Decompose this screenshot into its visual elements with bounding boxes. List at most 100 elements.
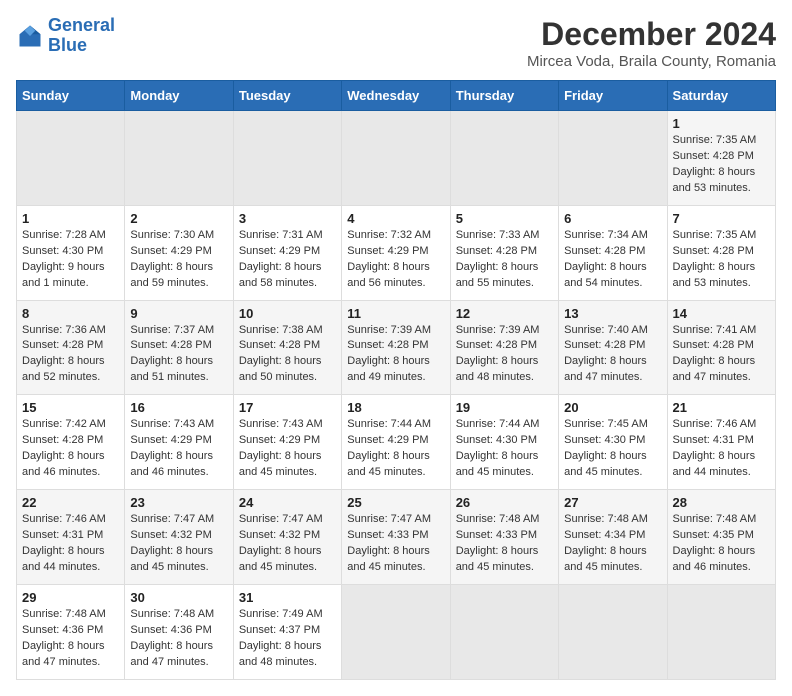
- calendar-cell: 24 Sunrise: 7:47 AM Sunset: 4:32 PM Dayl…: [233, 490, 341, 585]
- calendar-cell: 25 Sunrise: 7:47 AM Sunset: 4:33 PM Dayl…: [342, 490, 450, 585]
- day-number: 6: [564, 211, 661, 226]
- day-number: 2: [130, 211, 227, 226]
- logo-icon: [16, 22, 44, 50]
- calendar-cell: 5 Sunrise: 7:33 AM Sunset: 4:28 PM Dayli…: [450, 205, 558, 300]
- weekday-header-monday: Monday: [125, 81, 233, 111]
- day-info: Sunrise: 7:35 AM Sunset: 4:28 PM Dayligh…: [673, 133, 770, 197]
- calendar-cell: 21 Sunrise: 7:46 AM Sunset: 4:31 PM Dayl…: [667, 395, 775, 490]
- calendar-cell: 11 Sunrise: 7:39 AM Sunset: 4:28 PM Dayl…: [342, 300, 450, 395]
- subtitle: Mircea Voda, Braila County, Romania: [527, 53, 776, 70]
- day-number: 8: [22, 306, 119, 321]
- weekday-header-tuesday: Tuesday: [233, 81, 341, 111]
- day-number: 28: [673, 495, 770, 510]
- day-number: 13: [564, 306, 661, 321]
- week-row-4: 22 Sunrise: 7:46 AM Sunset: 4:31 PM Dayl…: [17, 490, 776, 585]
- day-number: 14: [673, 306, 770, 321]
- day-info: Sunrise: 7:48 AM Sunset: 4:34 PM Dayligh…: [564, 512, 661, 576]
- calendar-cell: [17, 111, 125, 206]
- calendar-cell: 10 Sunrise: 7:38 AM Sunset: 4:28 PM Dayl…: [233, 300, 341, 395]
- day-number: 11: [347, 306, 444, 321]
- day-info: Sunrise: 7:47 AM Sunset: 4:32 PM Dayligh…: [130, 512, 227, 576]
- day-number: 12: [456, 306, 553, 321]
- day-info: Sunrise: 7:47 AM Sunset: 4:32 PM Dayligh…: [239, 512, 336, 576]
- day-info: Sunrise: 7:43 AM Sunset: 4:29 PM Dayligh…: [130, 417, 227, 481]
- day-number: 10: [239, 306, 336, 321]
- calendar-cell: 6 Sunrise: 7:34 AM Sunset: 4:28 PM Dayli…: [559, 205, 667, 300]
- day-info: Sunrise: 7:30 AM Sunset: 4:29 PM Dayligh…: [130, 228, 227, 292]
- calendar-cell: 23 Sunrise: 7:47 AM Sunset: 4:32 PM Dayl…: [125, 490, 233, 585]
- logo-text: General Blue: [48, 16, 115, 56]
- day-info: Sunrise: 7:41 AM Sunset: 4:28 PM Dayligh…: [673, 323, 770, 387]
- day-number: 18: [347, 400, 444, 415]
- weekday-header-saturday: Saturday: [667, 81, 775, 111]
- calendar-cell: 17 Sunrise: 7:43 AM Sunset: 4:29 PM Dayl…: [233, 395, 341, 490]
- day-number: 7: [673, 211, 770, 226]
- calendar-cell: 26 Sunrise: 7:48 AM Sunset: 4:33 PM Dayl…: [450, 490, 558, 585]
- calendar-cell: 14 Sunrise: 7:41 AM Sunset: 4:28 PM Dayl…: [667, 300, 775, 395]
- page-header: General Blue December 2024 Mircea Voda, …: [16, 16, 776, 70]
- day-number: 1: [22, 211, 119, 226]
- day-info: Sunrise: 7:35 AM Sunset: 4:28 PM Dayligh…: [673, 228, 770, 292]
- calendar-cell: 27 Sunrise: 7:48 AM Sunset: 4:34 PM Dayl…: [559, 490, 667, 585]
- calendar-cell: 9 Sunrise: 7:37 AM Sunset: 4:28 PM Dayli…: [125, 300, 233, 395]
- calendar-cell: 1 Sunrise: 7:28 AM Sunset: 4:30 PM Dayli…: [17, 205, 125, 300]
- day-number: 9: [130, 306, 227, 321]
- day-number: 20: [564, 400, 661, 415]
- day-info: Sunrise: 7:34 AM Sunset: 4:28 PM Dayligh…: [564, 228, 661, 292]
- day-number: 17: [239, 400, 336, 415]
- day-info: Sunrise: 7:49 AM Sunset: 4:37 PM Dayligh…: [239, 607, 336, 671]
- weekday-header-friday: Friday: [559, 81, 667, 111]
- calendar-cell: [450, 584, 558, 679]
- calendar-cell: 1 Sunrise: 7:35 AM Sunset: 4:28 PM Dayli…: [667, 111, 775, 206]
- calendar-cell: 19 Sunrise: 7:44 AM Sunset: 4:30 PM Dayl…: [450, 395, 558, 490]
- calendar-cell: 15 Sunrise: 7:42 AM Sunset: 4:28 PM Dayl…: [17, 395, 125, 490]
- day-number: 26: [456, 495, 553, 510]
- calendar-cell: 20 Sunrise: 7:45 AM Sunset: 4:30 PM Dayl…: [559, 395, 667, 490]
- day-info: Sunrise: 7:44 AM Sunset: 4:29 PM Dayligh…: [347, 417, 444, 481]
- calendar-table: SundayMondayTuesdayWednesdayThursdayFrid…: [16, 80, 776, 680]
- calendar-cell: [559, 111, 667, 206]
- day-info: Sunrise: 7:28 AM Sunset: 4:30 PM Dayligh…: [22, 228, 119, 292]
- logo: General Blue: [16, 16, 115, 56]
- weekday-header-thursday: Thursday: [450, 81, 558, 111]
- day-info: Sunrise: 7:48 AM Sunset: 4:33 PM Dayligh…: [456, 512, 553, 576]
- day-number: 3: [239, 211, 336, 226]
- calendar-cell: 12 Sunrise: 7:39 AM Sunset: 4:28 PM Dayl…: [450, 300, 558, 395]
- calendar-cell: [125, 111, 233, 206]
- calendar-cell: 18 Sunrise: 7:44 AM Sunset: 4:29 PM Dayl…: [342, 395, 450, 490]
- calendar-cell: 29 Sunrise: 7:48 AM Sunset: 4:36 PM Dayl…: [17, 584, 125, 679]
- calendar-cell: [233, 111, 341, 206]
- day-info: Sunrise: 7:45 AM Sunset: 4:30 PM Dayligh…: [564, 417, 661, 481]
- calendar-cell: [450, 111, 558, 206]
- day-info: Sunrise: 7:48 AM Sunset: 4:35 PM Dayligh…: [673, 512, 770, 576]
- calendar-cell: 16 Sunrise: 7:43 AM Sunset: 4:29 PM Dayl…: [125, 395, 233, 490]
- calendar-cell: 8 Sunrise: 7:36 AM Sunset: 4:28 PM Dayli…: [17, 300, 125, 395]
- day-number: 5: [456, 211, 553, 226]
- day-info: Sunrise: 7:44 AM Sunset: 4:30 PM Dayligh…: [456, 417, 553, 481]
- weekday-header-wednesday: Wednesday: [342, 81, 450, 111]
- calendar-cell: 4 Sunrise: 7:32 AM Sunset: 4:29 PM Dayli…: [342, 205, 450, 300]
- week-row-3: 15 Sunrise: 7:42 AM Sunset: 4:28 PM Dayl…: [17, 395, 776, 490]
- day-info: Sunrise: 7:36 AM Sunset: 4:28 PM Dayligh…: [22, 323, 119, 387]
- calendar-cell: 31 Sunrise: 7:49 AM Sunset: 4:37 PM Dayl…: [233, 584, 341, 679]
- week-row-0: 1 Sunrise: 7:35 AM Sunset: 4:28 PM Dayli…: [17, 111, 776, 206]
- day-info: Sunrise: 7:31 AM Sunset: 4:29 PM Dayligh…: [239, 228, 336, 292]
- day-info: Sunrise: 7:46 AM Sunset: 4:31 PM Dayligh…: [673, 417, 770, 481]
- day-number: 30: [130, 590, 227, 605]
- day-info: Sunrise: 7:46 AM Sunset: 4:31 PM Dayligh…: [22, 512, 119, 576]
- calendar-cell: 3 Sunrise: 7:31 AM Sunset: 4:29 PM Dayli…: [233, 205, 341, 300]
- day-number: 21: [673, 400, 770, 415]
- weekday-header-row: SundayMondayTuesdayWednesdayThursdayFrid…: [17, 81, 776, 111]
- day-number: 29: [22, 590, 119, 605]
- calendar-cell: 2 Sunrise: 7:30 AM Sunset: 4:29 PM Dayli…: [125, 205, 233, 300]
- calendar-cell: [559, 584, 667, 679]
- day-info: Sunrise: 7:39 AM Sunset: 4:28 PM Dayligh…: [347, 323, 444, 387]
- week-row-1: 1 Sunrise: 7:28 AM Sunset: 4:30 PM Dayli…: [17, 205, 776, 300]
- day-number: 24: [239, 495, 336, 510]
- day-number: 19: [456, 400, 553, 415]
- day-info: Sunrise: 7:37 AM Sunset: 4:28 PM Dayligh…: [130, 323, 227, 387]
- calendar-cell: 22 Sunrise: 7:46 AM Sunset: 4:31 PM Dayl…: [17, 490, 125, 585]
- day-number: 4: [347, 211, 444, 226]
- day-number: 31: [239, 590, 336, 605]
- day-info: Sunrise: 7:42 AM Sunset: 4:28 PM Dayligh…: [22, 417, 119, 481]
